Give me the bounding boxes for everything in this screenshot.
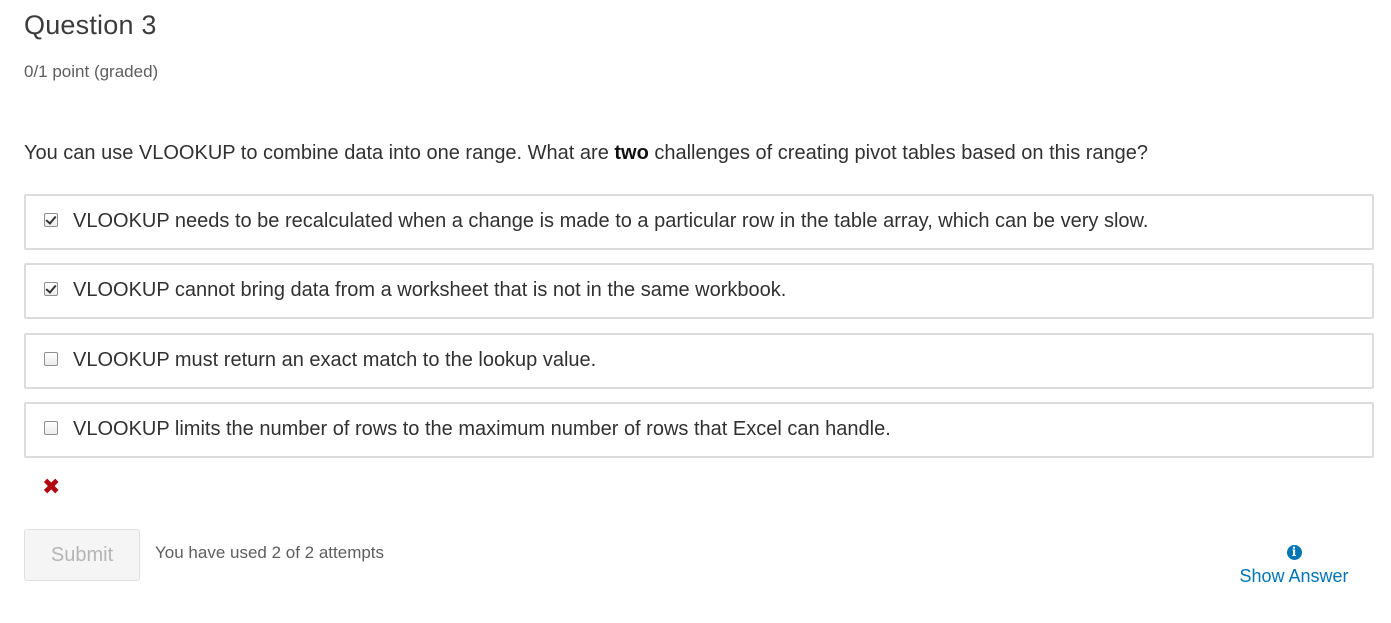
choice-option-2[interactable]: VLOOKUP cannot bring data from a workshe… — [24, 263, 1374, 319]
choice-label-4: VLOOKUP limits the number of rows to the… — [73, 418, 891, 440]
info-icon: i — [1286, 545, 1302, 560]
show-answer-label: Show Answer — [1239, 566, 1349, 586]
prompt-emphasis: two — [614, 142, 649, 164]
choice-checkbox-4[interactable] — [44, 421, 58, 435]
question-title: Question 3 — [24, 10, 157, 40]
choice-checkbox-2[interactable] — [44, 282, 58, 296]
choice-option-3[interactable]: VLOOKUP must return an exact match to th… — [24, 333, 1374, 389]
prompt-text-end: challenges of creating pivot tables base… — [648, 142, 1149, 164]
choice-label-3: VLOOKUP must return an exact match to th… — [73, 349, 597, 371]
choice-option-4[interactable]: VLOOKUP limits the number of rows to the… — [24, 402, 1374, 458]
choice-label-2: VLOOKUP cannot bring data from a workshe… — [73, 279, 787, 301]
choice-label-1: VLOOKUP needs to be recalculated when a … — [73, 210, 1149, 232]
choice-checkbox-1[interactable] — [44, 213, 58, 227]
prompt-text-start: You can use VLOOKUP to combine data into… — [24, 142, 615, 164]
attempts-text: You have used 2 of 2 attempts — [155, 543, 385, 562]
question-prompt: You can use VLOOKUP to combine data into… — [24, 142, 1148, 165]
choice-checkbox-3[interactable] — [44, 352, 58, 366]
show-answer-button[interactable]: i Show Answer — [1234, 545, 1354, 587]
submit-button[interactable]: Submit — [24, 529, 140, 581]
choice-option-1[interactable]: VLOOKUP needs to be recalculated when a … — [24, 194, 1374, 250]
close-icon: ✖ — [42, 474, 61, 499]
question-score: 0/1 point (graded) — [24, 62, 159, 81]
